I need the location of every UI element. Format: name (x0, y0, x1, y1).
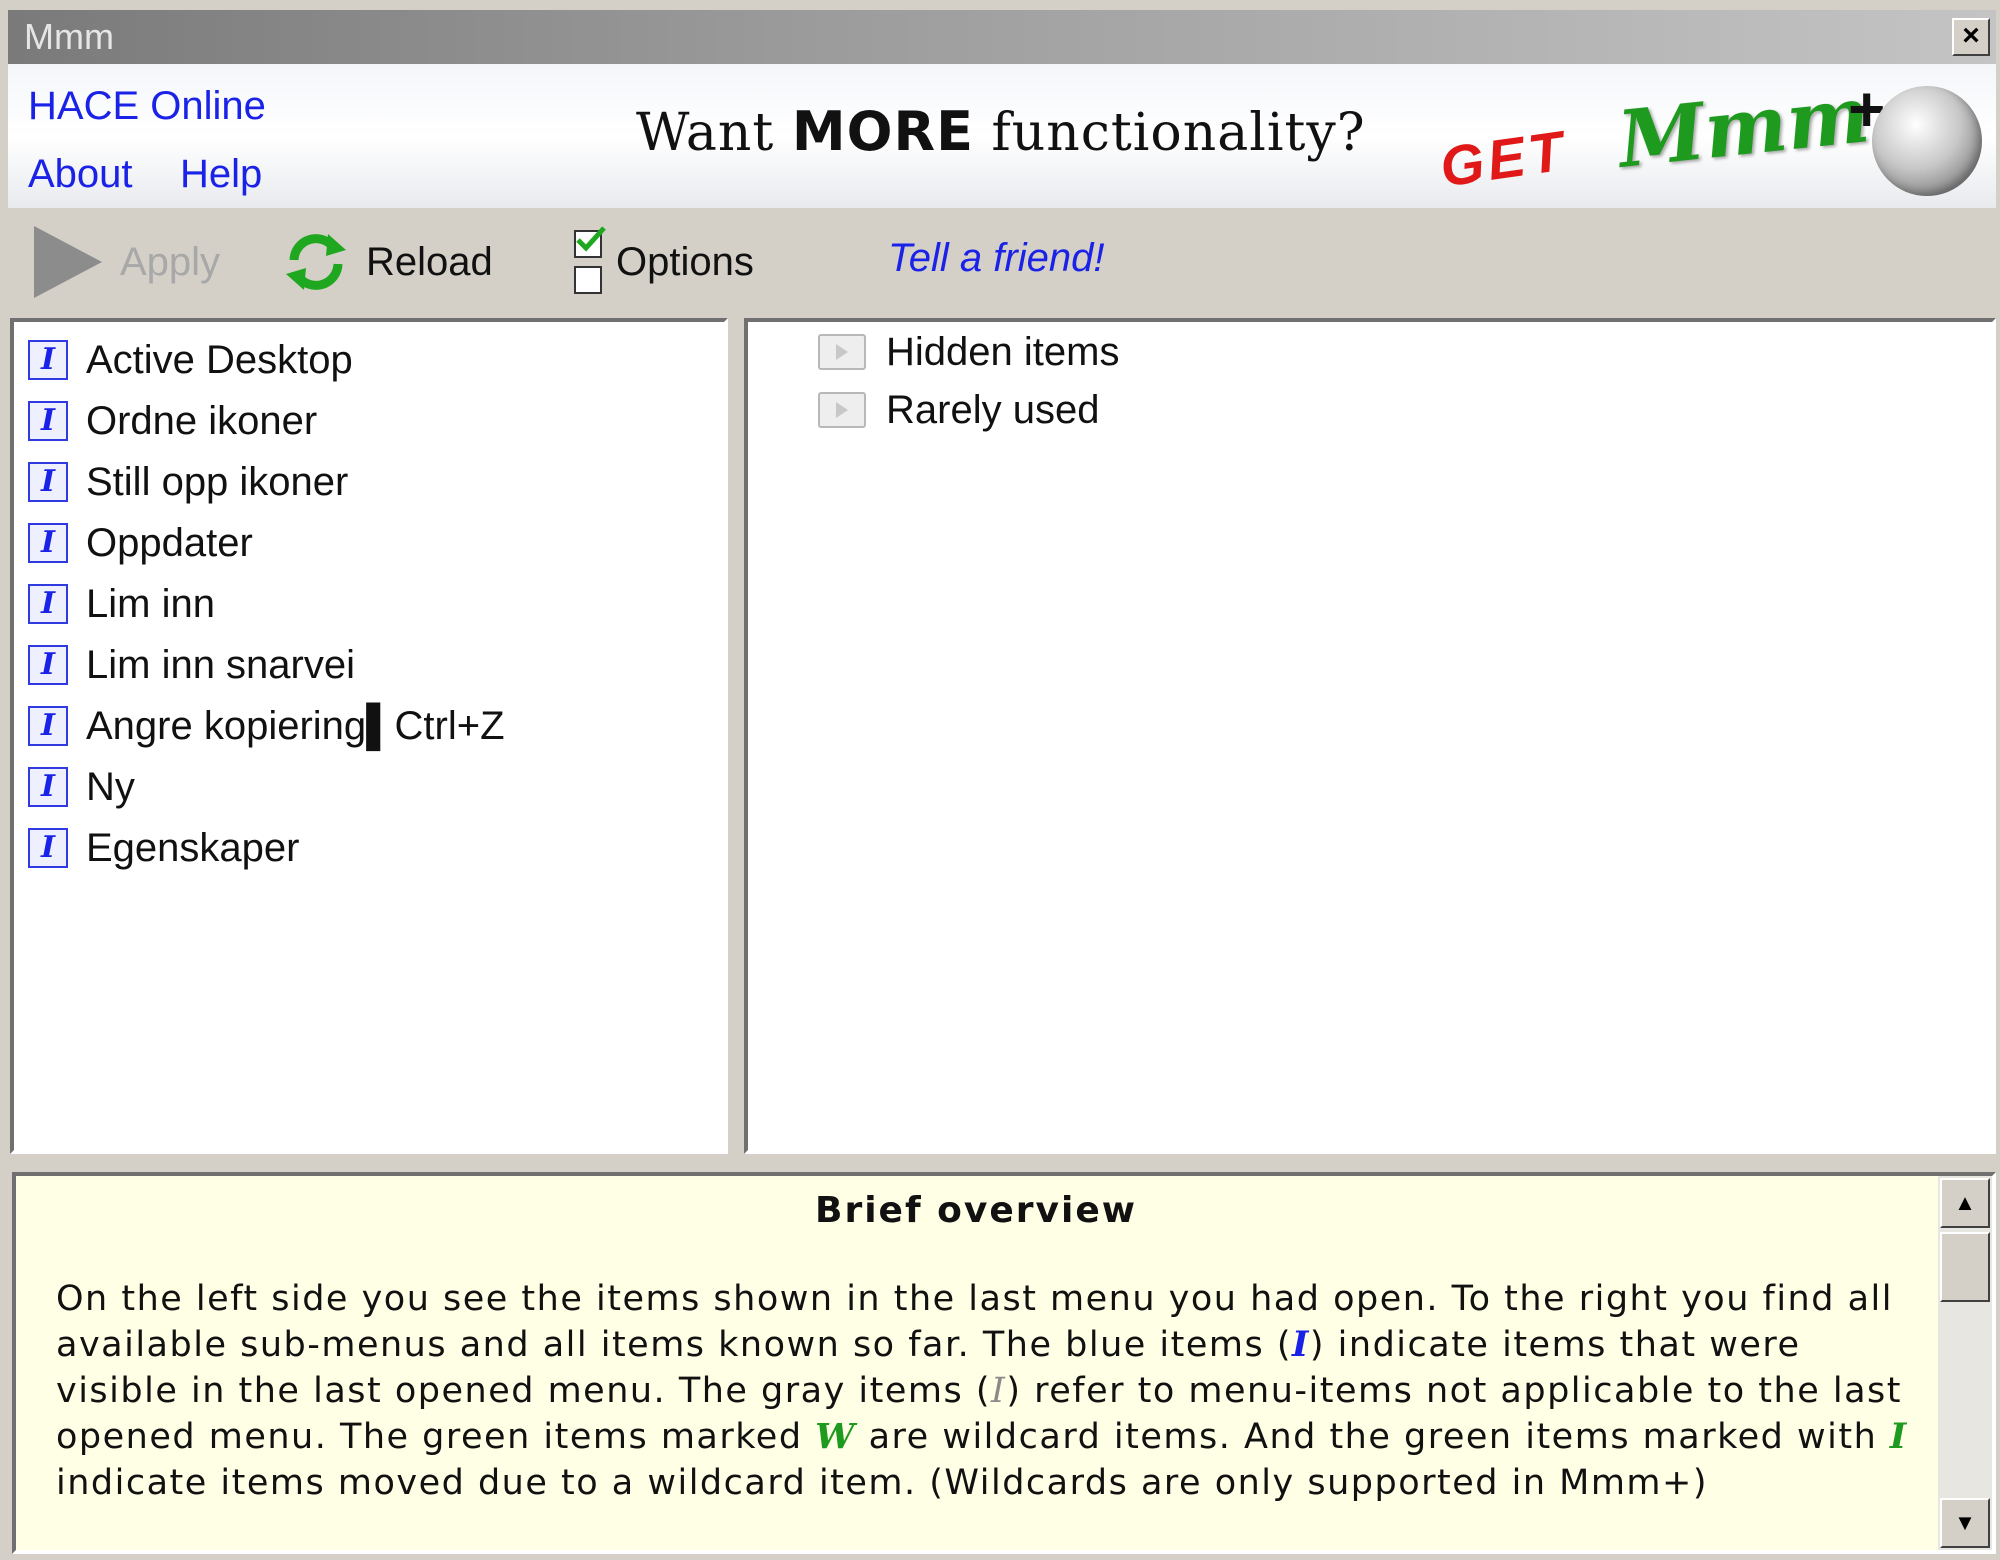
close-button[interactable]: × (1952, 18, 1990, 56)
overview-title: Brief overview (815, 1190, 1137, 1231)
list-item[interactable]: I Still opp ikoner (28, 454, 348, 510)
list-item[interactable]: I Active Desktop (28, 332, 353, 388)
list-item[interactable]: I Angre kopiering▌Ctrl+Z (28, 698, 505, 754)
play-icon (34, 226, 102, 298)
item-i-icon: I (28, 645, 68, 685)
list-item[interactable]: I Lim inn (28, 576, 215, 632)
title-bar: Mmm × (8, 10, 1996, 64)
promo-more: MORE (791, 100, 974, 163)
promo-prefix: Want (636, 103, 792, 163)
toolbar: Apply Reload Options Tell a friend! (8, 212, 1996, 312)
promo-text[interactable]: Want MORE functionality? (636, 100, 1366, 163)
item-label: Still opp ikoner (86, 459, 349, 504)
blue-item-glyph: I (1292, 1324, 1310, 1365)
list-item[interactable]: I Egenskaper (28, 820, 299, 876)
orb-icon[interactable] (1872, 86, 1982, 196)
item-label: Active Desktop (86, 337, 353, 382)
overview-box: Brief overview On the left side you see … (12, 1172, 1996, 1554)
moved-item-glyph: I (1889, 1416, 1908, 1457)
folder-icon (818, 392, 866, 428)
tree-item-label: Hidden items (886, 329, 1120, 374)
list-item[interactable]: I Oppdater (28, 515, 253, 571)
item-i-icon: I (28, 706, 68, 746)
list-item[interactable]: I Ordne ikoner (28, 393, 317, 449)
about-link[interactable]: About (28, 152, 133, 197)
scroll-down-button[interactable]: ▼ (1940, 1498, 1990, 1548)
item-label: Angre kopiering▌Ctrl+Z (86, 703, 505, 748)
item-label: Oppdater (86, 520, 253, 565)
checkbox-icon (574, 226, 606, 294)
overview-text: On the left side you see the items shown… (56, 1279, 1908, 1503)
item-i-icon: I (28, 340, 68, 380)
list-item[interactable]: I Lim inn snarvei (28, 637, 355, 693)
item-label: Lim inn (86, 581, 215, 626)
tree-item[interactable]: Rarely used (818, 382, 1099, 438)
apply-button[interactable]: Apply (28, 212, 220, 312)
item-i-icon: I (28, 767, 68, 807)
help-link[interactable]: Help (180, 152, 262, 197)
header-banner: HACE Online About Help Want MORE functio… (8, 64, 1996, 208)
item-label: Ordne ikoner (86, 398, 318, 443)
submenus-panel[interactable]: Hidden items Rarely used (744, 318, 1996, 1154)
promo-suffix: functionality? (973, 103, 1366, 163)
reload-label: Reload (366, 239, 493, 284)
apply-label: Apply (120, 239, 221, 284)
reload-icon (286, 234, 346, 290)
tree-item[interactable]: Hidden items (818, 324, 1119, 380)
item-i-icon: I (28, 462, 68, 502)
promo-brand-logo[interactable]: Mmm (1614, 69, 1874, 186)
scroll-thumb[interactable] (1940, 1232, 1990, 1302)
overview-scrollbar[interactable]: ▲ ▼ (1938, 1176, 1992, 1550)
scroll-up-button[interactable]: ▲ (1940, 1178, 1990, 1228)
folder-icon (818, 334, 866, 370)
item-label: Lim inn snarvei (86, 642, 356, 687)
item-label: Egenskaper (86, 825, 300, 870)
item-label: Ny (86, 764, 135, 809)
tree-item-label: Rarely used (886, 387, 1100, 432)
tell-a-friend-link[interactable]: Tell a friend! (888, 236, 1104, 281)
item-i-icon: I (28, 401, 68, 441)
gray-item-glyph: I (991, 1371, 1007, 1411)
reload-button[interactable]: Reload (280, 212, 493, 312)
list-item[interactable]: I Ny (28, 759, 135, 815)
item-i-icon: I (28, 523, 68, 563)
window-title: Mmm (24, 16, 114, 57)
options-button[interactable]: Options (574, 212, 754, 312)
hace-online-link[interactable]: HACE Online (28, 84, 266, 129)
item-i-icon: I (28, 584, 68, 624)
menu-items-panel[interactable]: I Active Desktop I Ordne ikoner I Still … (10, 318, 728, 1154)
promo-get[interactable]: GET (1436, 117, 1571, 199)
options-label: Options (616, 239, 754, 284)
wildcard-glyph: W (815, 1416, 856, 1457)
item-i-icon: I (28, 828, 68, 868)
